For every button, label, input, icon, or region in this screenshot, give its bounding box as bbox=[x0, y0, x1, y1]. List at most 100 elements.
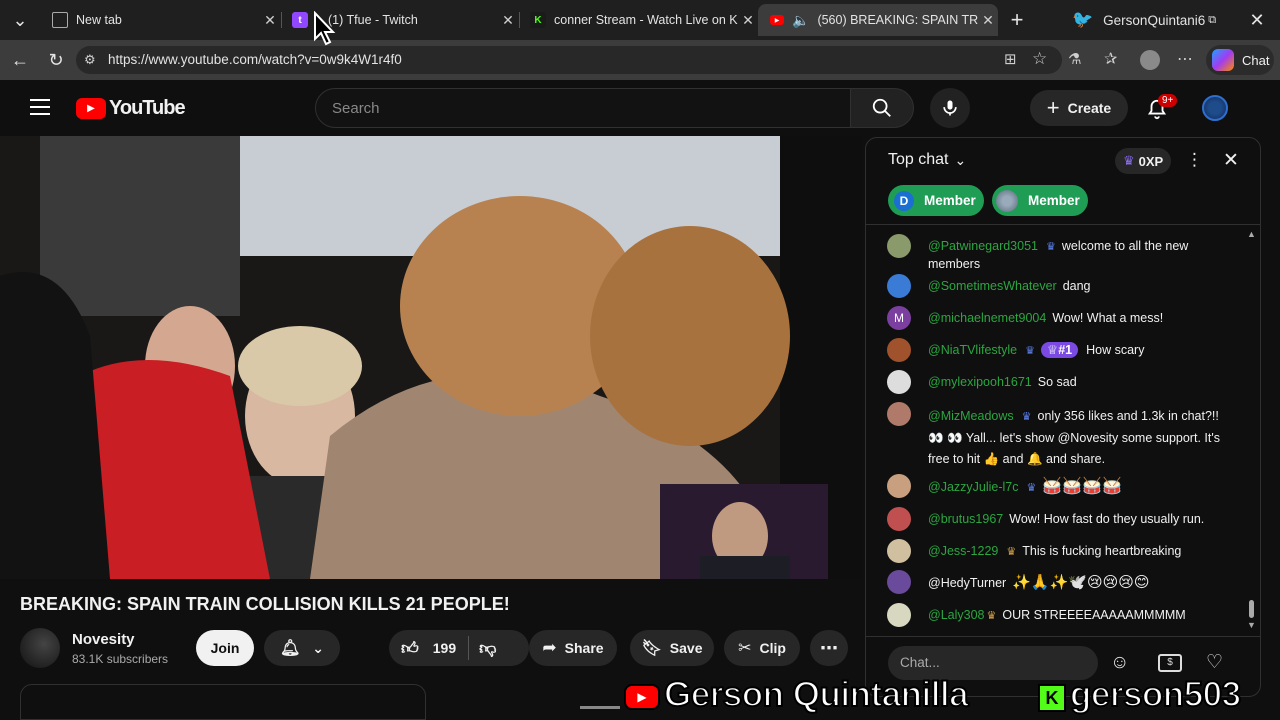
tab-new-tab[interactable]: New tab ✕ bbox=[40, 4, 280, 36]
chat-message[interactable]: @SometimesWhatever dang bbox=[887, 274, 1232, 298]
chat-author[interactable]: @NiaTVlifestyle bbox=[928, 343, 1017, 357]
member-button-1[interactable]: D Member bbox=[888, 185, 984, 216]
hamburger-menu-icon[interactable] bbox=[30, 99, 50, 115]
youtube-icon: ▶ bbox=[770, 15, 784, 25]
member-avatar bbox=[996, 189, 1018, 212]
video-player[interactable] bbox=[0, 136, 862, 579]
tab-search-icon[interactable]: ⌄ bbox=[8, 8, 32, 32]
chat-message[interactable]: @Laly308 ♛ OUR STREEEEAAAAAMMMMM bbox=[887, 603, 1232, 627]
search-input[interactable]: Search bbox=[315, 88, 851, 128]
notification-badge: 9+ bbox=[1158, 94, 1178, 107]
new-tab-button[interactable]: + bbox=[1005, 7, 1029, 32]
close-icon[interactable]: ✕ bbox=[978, 12, 998, 29]
chat-author[interactable]: @Laly308 bbox=[928, 608, 984, 622]
join-label: Join bbox=[210, 640, 240, 656]
chat-text: Wow! How fast do they usually run. bbox=[1009, 512, 1205, 526]
avatar bbox=[887, 234, 911, 258]
rank-badge: ♕#1 bbox=[1040, 342, 1079, 358]
dislike-icon[interactable]: 👎︎ bbox=[479, 638, 496, 659]
chat-message[interactable]: @Jess-1229 ♛ This is fucking heartbreaking bbox=[887, 539, 1232, 563]
profile-tab-title: GersonQuintani6 bbox=[1103, 12, 1206, 28]
chat-scrollbar-thumb[interactable] bbox=[1249, 600, 1254, 618]
avatar bbox=[887, 539, 911, 563]
chat-author[interactable]: @Patwinegard3051 bbox=[928, 239, 1038, 253]
tab-title: (1) Tfue - Twitch bbox=[328, 13, 418, 27]
xp-badge[interactable]: ♛ 0XP bbox=[1115, 148, 1172, 174]
join-button[interactable]: Join bbox=[196, 630, 254, 666]
member-badge-icon: ♛ bbox=[1025, 345, 1035, 357]
video-frame bbox=[0, 136, 862, 579]
copilot-chat-button[interactable]: Chat bbox=[1206, 45, 1274, 75]
chat-author[interactable]: @michaelnemet9004 bbox=[928, 311, 1046, 325]
tab-kick[interactable]: K conner Stream - Watch Live on Kick ✕ bbox=[518, 4, 758, 36]
chat-message[interactable]: @brutus1967 Wow! How fast do they usually… bbox=[887, 507, 1232, 531]
close-icon[interactable]: ✕ bbox=[260, 12, 280, 29]
back-icon[interactable]: ← bbox=[8, 48, 32, 72]
youtube-logo[interactable]: ▶ YouTube bbox=[76, 97, 186, 120]
chat-message[interactable]: M @michaelnemet9004 Wow! What a mess! bbox=[887, 306, 1232, 330]
copy-icon[interactable]: ⧉ bbox=[1208, 14, 1216, 27]
plus-icon: + bbox=[1046, 95, 1060, 120]
window-close-icon[interactable]: ✕ bbox=[1245, 8, 1269, 32]
twitch-icon: t bbox=[292, 12, 308, 28]
create-label: Create bbox=[1067, 100, 1112, 116]
chat-author[interactable]: @MizMeadows bbox=[928, 409, 1014, 423]
scroll-down-icon[interactable]: ▼ bbox=[1247, 620, 1256, 630]
speaker-icon[interactable]: 🔈 bbox=[792, 12, 809, 29]
chat-message[interactable]: @MizMeadows ♛ only 356 likes and 1.3k in c… bbox=[887, 402, 1232, 466]
chat-message[interactable]: @Patwinegard3051 ♛ welcome to all the new … bbox=[887, 234, 1232, 271]
member-badge-icon: ♛ bbox=[1046, 241, 1056, 253]
profile-tab[interactable]: 🐦 GersonQuintani6 ⧉ bbox=[1072, 8, 1216, 32]
voice-search-button[interactable] bbox=[930, 88, 970, 128]
chat-author[interactable]: @mylexipooh1671 bbox=[928, 375, 1032, 389]
extensions-icon[interactable]: ⚗ bbox=[1068, 50, 1081, 68]
chat-author[interactable]: @HedyTurner bbox=[928, 576, 1006, 590]
search-button[interactable] bbox=[850, 88, 914, 128]
subscriber-count: 83.1K subscribers bbox=[72, 652, 169, 666]
tab-youtube[interactable]: ▶ 🔈 (560) BREAKING: SPAIN TRAIN COLLISIO… bbox=[758, 4, 998, 36]
like-icon[interactable]: 👍︎ bbox=[401, 638, 419, 659]
chat-more-icon[interactable]: ⋮ bbox=[1186, 150, 1203, 170]
app-install-icon[interactable]: ⊞ bbox=[1004, 50, 1017, 68]
like-count[interactable]: 199 bbox=[433, 640, 456, 656]
channel-avatar[interactable] bbox=[20, 628, 60, 668]
chat-author[interactable]: @brutus1967 bbox=[928, 512, 1003, 526]
profile-avatar-icon[interactable] bbox=[1140, 50, 1160, 70]
chat-divider bbox=[866, 224, 1260, 225]
notifications-button[interactable]: 9+ bbox=[1146, 94, 1178, 126]
chat-message[interactable]: @HedyTurner ✨🙏✨🕊️😢😢😢😊 bbox=[887, 570, 1232, 594]
favorites-icon[interactable]: ✰ bbox=[1104, 49, 1117, 69]
reload-icon[interactable]: ↻ bbox=[44, 48, 68, 72]
more-actions-button[interactable]: ⋯ bbox=[810, 630, 848, 666]
create-button[interactable]: + Create bbox=[1030, 90, 1128, 126]
close-icon[interactable]: ✕ bbox=[498, 12, 518, 29]
chat-author[interactable]: @Jess-1229 bbox=[928, 544, 998, 558]
description-box[interactable] bbox=[20, 684, 426, 720]
avatar bbox=[887, 338, 911, 362]
url-text[interactable]: https://www.youtube.com/watch?v=0w9k4W1r… bbox=[108, 52, 402, 67]
heart-icon[interactable]: ♡ bbox=[1206, 651, 1223, 674]
save-button[interactable]: 🔖︎ Save bbox=[630, 630, 714, 666]
subscribed-bell-button[interactable]: 🔔︎ ⌄ bbox=[264, 630, 340, 666]
chat-author[interactable]: @SometimesWhatever bbox=[928, 279, 1057, 293]
channel-name[interactable]: Novesity bbox=[72, 631, 135, 648]
chat-author[interactable]: @JazzyJulie-l7c bbox=[928, 480, 1019, 494]
chat-message[interactable]: @NiaTVlifestyle ♛ ♕#1 How scary bbox=[887, 338, 1232, 362]
super-chat-icon[interactable]: $ bbox=[1158, 654, 1182, 672]
site-info-icon[interactable]: ⚙ bbox=[84, 52, 96, 68]
chat-mode-dropdown[interactable]: Top chat ⌄ bbox=[888, 151, 966, 169]
favorite-star-icon[interactable]: ☆ bbox=[1032, 49, 1047, 69]
emoji-icon[interactable]: ☺ bbox=[1110, 652, 1129, 674]
chat-message[interactable]: @JazzyJulie-l7c ♛ 🥁🥁🥁🥁 bbox=[887, 474, 1232, 498]
close-icon[interactable]: ✕ bbox=[738, 12, 758, 29]
member-button-2[interactable]: Member bbox=[992, 185, 1088, 216]
chat-message[interactable]: @mylexipooh1671 So sad bbox=[887, 370, 1232, 394]
scroll-up-icon[interactable]: ▲ bbox=[1247, 229, 1256, 239]
account-avatar[interactable] bbox=[1202, 95, 1228, 121]
more-menu-icon[interactable]: ⋯ bbox=[1177, 49, 1193, 69]
kick-icon: K bbox=[530, 12, 546, 28]
tab-title: (560) BREAKING: SPAIN TRAIN COLLISION bbox=[817, 13, 978, 27]
share-button[interactable]: ➦ Share bbox=[529, 630, 617, 666]
close-chat-icon[interactable]: ✕ bbox=[1223, 149, 1239, 172]
clip-button[interactable]: ✂ Clip bbox=[724, 630, 800, 666]
